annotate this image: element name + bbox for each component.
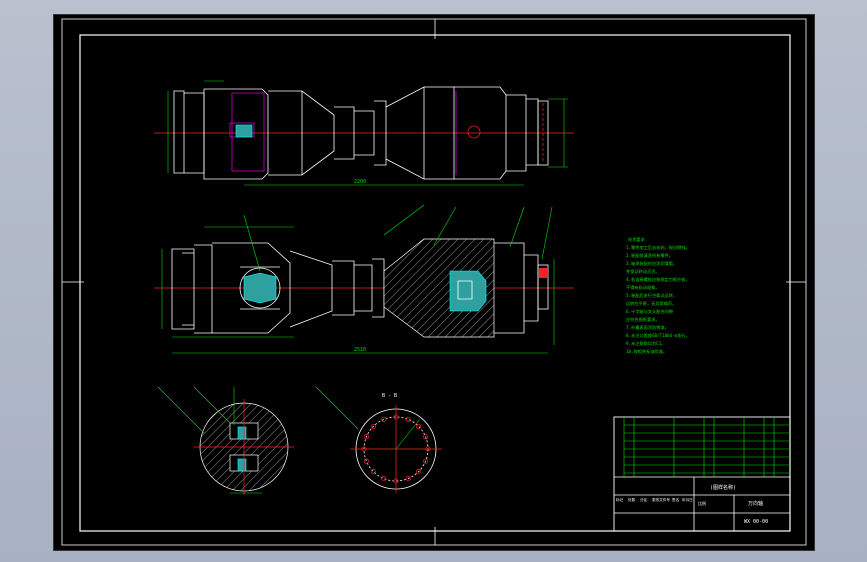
note-4: 并保证转动灵活。 [626,268,660,275]
rev-col-5: 年月日 [682,497,693,502]
scale-label: 比例 [698,500,706,506]
revision-row: 标记 处数 分区 更改文件号 签名 年月日 [616,497,693,502]
note-9: 6.十字轴与叉头配合间隙 [626,308,674,315]
cad-viewport[interactable]: 2200 2510 B - B 技术要求 1.零件加工后去毛刺，锐边倒钝。 2.… [53,14,815,551]
drawing-canvas: 2200 2510 B - B 技术要求 1.零件加工后去毛刺，锐边倒钝。 2.… [61,18,807,546]
dim-mid-length: 2510 [354,347,366,353]
note-11: 7.外露表面涂防锈漆。 [626,324,669,331]
rev-col-2: 分区 [640,497,648,502]
note-12: 8.未注公差按GB/T1804-m执行。 [626,332,690,339]
note-10: 应符合图纸要求。 [626,316,660,323]
front-view: 2510 [154,204,574,354]
note-14: 10.按相关标准验收。 [626,348,667,355]
note-13: 9.未注倒角均为C1。 [626,340,665,347]
note-1: 1.零件加工后去毛刺，锐边倒钝。 [626,244,690,251]
part-name: 万向轴 [748,500,763,507]
bolt-hole [416,423,422,429]
note-8: 运转应平稳，无异常噪声。 [626,300,676,307]
note-7: 5.装配后进行空载试运转， [626,292,677,299]
rev-col-0: 标记 [616,497,624,502]
bolt-hole [405,416,411,422]
section-b-label: B - B [382,393,397,399]
rev-col-4: 签名 [672,497,680,502]
section-b-view: B - B [315,386,442,493]
bolt-hole [381,476,387,482]
bolt-hole [381,416,387,422]
technical-notes: 技术要求 1.零件加工后去毛刺，锐边倒钝。 2.装配前清洗所有零件。 3.轴承装… [626,236,690,355]
note-2: 2.装配前清洗所有零件。 [626,252,673,259]
drawing-title: (图样名称) [710,484,736,491]
drawing-number: WX 00-00 [744,519,768,525]
top-view: 2200 [154,80,574,186]
dim-top-length: 2200 [354,179,366,185]
rev-col-1: 处数 [628,497,636,502]
rev-col-3: 更改文件号 [652,497,670,502]
note-6: 不得有松动现象。 [626,284,660,291]
note-3: 3.轴承装配时应涂润滑脂， [626,260,677,267]
note-5: 4.各连接螺栓应按规定力矩拧紧， [626,276,690,283]
note-0: 技术要求 [628,236,646,243]
bolt-hole [363,458,369,464]
bolt-hole [370,469,376,475]
title-block: (图样名称) 万向轴 WX 00-00 比例 标记 处数 分区 更改文件号 签名… [613,416,791,532]
section-a-view [157,386,294,495]
